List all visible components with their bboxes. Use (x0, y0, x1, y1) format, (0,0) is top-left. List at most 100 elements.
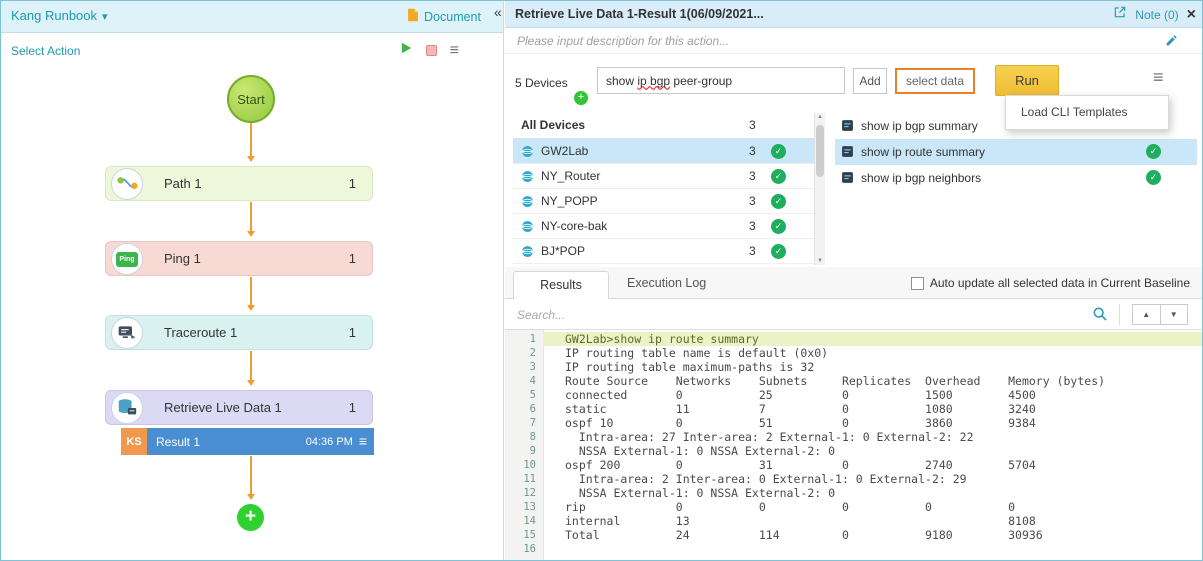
node-ping-1[interactable]: Ping Ping 1 1 (105, 241, 373, 276)
device-list-scrollbar[interactable] (814, 113, 825, 265)
line-text: Total 24 114 0 9180 30936 (543, 528, 1203, 542)
device-row[interactable]: GW2Lab 3 (513, 139, 825, 164)
search-icon[interactable] (1092, 306, 1108, 327)
line-text: Intra-area: 27 Inter-area: 2 External-1:… (543, 430, 1203, 444)
scroll-up-icon[interactable] (815, 114, 825, 120)
edit-pencil-icon[interactable] (1165, 34, 1178, 52)
output-line: 11 Intra-area: 2 Inter-area: 0 External-… (505, 472, 1203, 486)
node-count: 1 (349, 325, 356, 340)
command-row[interactable]: show ip bgp neighbors (835, 165, 1197, 191)
device-row[interactable]: NY_Router 3 (513, 164, 825, 189)
stop-icon[interactable] (426, 45, 437, 56)
output-line: 15Total 24 114 0 9180 30936 (505, 528, 1203, 542)
add-action-button[interactable] (237, 504, 264, 531)
device-list-header: All Devices 3 (513, 113, 825, 139)
flow-arrow (250, 456, 252, 498)
output-line: 3IP routing table maximum-paths is 32 (505, 360, 1203, 374)
cli-output: 1GW2Lab>show ip route summary 2IP routin… (505, 330, 1203, 561)
runbook-panel: Kang Runbook Document Select Action Star… (1, 1, 504, 561)
command-row[interactable]: show ip route summary (835, 139, 1197, 165)
line-number: 10 (505, 458, 543, 472)
select-action-link[interactable]: Select Action (11, 44, 80, 58)
device-row[interactable]: NY_POPP 3 (513, 189, 825, 214)
output-line: 9 NSSA External-1: 0 NSSA External-2: 0 (505, 444, 1203, 458)
command-text: peer-group (670, 74, 732, 88)
line-number: 9 (505, 444, 543, 458)
device-row[interactable]: NY-core-bak 3 (513, 214, 825, 239)
device-result-count: 3 (749, 219, 756, 233)
app-window: Kang Runbook Document Select Action Star… (0, 0, 1203, 561)
collapse-panel-icon[interactable] (494, 4, 502, 20)
search-next-icon[interactable] (1160, 305, 1188, 324)
line-text: Intra-area: 2 Inter-area: 0 External-1: … (543, 472, 1203, 486)
device-result-count: 3 (749, 144, 756, 158)
line-number: 16 (505, 542, 543, 556)
device-name: GW2Lab (541, 144, 588, 158)
description-placeholder[interactable]: Please input description for this action… (517, 34, 729, 48)
command-text-misspelled: ip bgp (637, 74, 670, 88)
command-input[interactable]: show ip bgp peer-group (597, 67, 845, 94)
result-menu-icon[interactable] (353, 433, 374, 451)
output-line: 16 (505, 542, 1203, 556)
scroll-down-icon[interactable] (815, 258, 825, 264)
device-name: NY-core-bak (541, 219, 607, 233)
note-button[interactable]: Note (0) (1135, 8, 1178, 22)
result-row[interactable]: KS Result 1 04:36 PM (121, 428, 374, 455)
start-node[interactable]: Start (227, 75, 275, 123)
tab-results[interactable]: Results (513, 271, 609, 299)
device-list-title: All Devices (521, 118, 585, 132)
output-line: 10ospf 200 0 31 0 2740 5704 (505, 458, 1203, 472)
runbook-name: Kang Runbook (11, 8, 97, 23)
node-retrieve-live-data-1[interactable]: Retrieve Live Data 1 1 (105, 390, 373, 425)
node-label: Traceroute 1 (164, 325, 237, 340)
device-row[interactable]: BJ*POP 3 (513, 239, 825, 264)
flow-menu-icon[interactable] (450, 42, 459, 60)
document-label: Document (424, 10, 481, 24)
line-text: IP routing table maximum-paths is 32 (543, 360, 1203, 374)
cli-command-icon (841, 145, 854, 158)
run-button[interactable]: Run (995, 65, 1059, 96)
line-number: 3 (505, 360, 543, 374)
runbook-topbar: Kang Runbook Document (1, 1, 503, 33)
header-actions: Note (0) (1113, 5, 1196, 24)
node-count: 1 (349, 251, 356, 266)
scrollbar-thumb[interactable] (816, 125, 824, 177)
play-icon[interactable] (399, 41, 413, 60)
line-number: 1 (505, 332, 543, 346)
flow-arrow (250, 277, 252, 309)
add-device-icon[interactable] (574, 91, 588, 105)
popout-icon[interactable] (1113, 5, 1127, 24)
line-number: 8 (505, 430, 543, 444)
output-line: 2IP routing table name is default (0x0) (505, 346, 1203, 360)
select-data-button[interactable]: select data (895, 68, 975, 94)
node-traceroute-1[interactable]: Traceroute 1 1 (105, 315, 373, 350)
search-input[interactable] (517, 304, 1057, 325)
tab-execution-log[interactable]: Execution Log (627, 276, 706, 290)
toolbar-menu-icon[interactable] (1153, 67, 1164, 88)
line-number: 7 (505, 416, 543, 430)
device-list: All Devices 3 GW2Lab 3 NY_Router 3 NY_PO… (513, 113, 825, 265)
device-icon (521, 145, 534, 158)
line-number: 2 (505, 346, 543, 360)
node-count: 1 (349, 176, 356, 191)
results-section: Results Execution Log Auto update all se… (505, 267, 1203, 561)
auto-update-checkbox[interactable] (911, 277, 924, 290)
results-tabbar: Results Execution Log Auto update all se… (505, 267, 1203, 299)
menu-item-load-cli-templates[interactable]: Load CLI Templates (1006, 96, 1168, 129)
search-prev-icon[interactable] (1133, 305, 1160, 324)
result-label: Result 1 (156, 435, 306, 449)
line-text: internal 13 8108 (543, 514, 1203, 528)
node-path-1[interactable]: Path 1 1 (105, 166, 373, 201)
flow-arrow (250, 351, 252, 384)
runbook-selector[interactable]: Kang Runbook (11, 8, 108, 23)
device-icon (521, 195, 534, 208)
line-text (543, 542, 1203, 556)
close-icon[interactable] (1187, 7, 1196, 23)
node-count: 1 (349, 400, 356, 415)
runbook-subbar: Select Action (1, 33, 503, 61)
success-check-icon (771, 169, 786, 184)
line-text: NSSA External-1: 0 NSSA External-2: 0 (543, 486, 1203, 500)
line-number: 6 (505, 402, 543, 416)
document-button[interactable]: Document (407, 8, 481, 25)
add-command-button[interactable]: Add (853, 68, 887, 94)
